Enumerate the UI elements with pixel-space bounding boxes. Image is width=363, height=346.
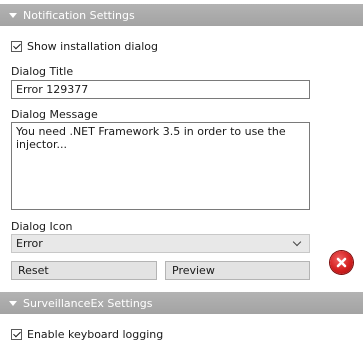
keylog-checkbox-row[interactable]: Enable keyboard logging — [11, 328, 163, 341]
dialog-icon-selected-value: Error — [16, 237, 43, 250]
collapse-triangle-icon — [9, 300, 17, 306]
show-dialog-checkbox[interactable] — [11, 41, 22, 52]
notification-settings-title: Notification Settings — [23, 8, 135, 22]
show-dialog-label: Show installation dialog — [27, 40, 158, 53]
dialog-message-label: Dialog Message — [11, 108, 98, 121]
error-icon — [330, 251, 353, 274]
chevron-down-icon — [292, 237, 302, 247]
surveillanceex-settings-title: SurveillanceEx Settings — [23, 296, 153, 310]
preview-button-label: Preview — [172, 264, 215, 277]
dialog-title-label: Dialog Title — [11, 65, 74, 78]
show-dialog-checkbox-row[interactable]: Show installation dialog — [11, 40, 158, 53]
collapse-triangle-icon — [9, 12, 17, 18]
surveillanceex-settings-header[interactable]: SurveillanceEx Settings — [0, 292, 363, 314]
dialog-message-textarea[interactable]: You need .NET Framework 3.5 in order to … — [11, 122, 310, 210]
dialog-title-input[interactable]: Error 129377 — [11, 80, 310, 99]
keylog-label: Enable keyboard logging — [27, 328, 164, 341]
notification-settings-header[interactable]: Notification Settings — [0, 4, 363, 26]
keylog-checkbox[interactable] — [11, 329, 22, 340]
preview-button[interactable]: Preview — [165, 261, 310, 280]
reset-button[interactable]: Reset — [11, 261, 157, 280]
dialog-icon-select[interactable]: Error — [11, 234, 310, 253]
reset-button-label: Reset — [18, 264, 49, 277]
dialog-icon-label: Dialog Icon — [11, 220, 73, 233]
